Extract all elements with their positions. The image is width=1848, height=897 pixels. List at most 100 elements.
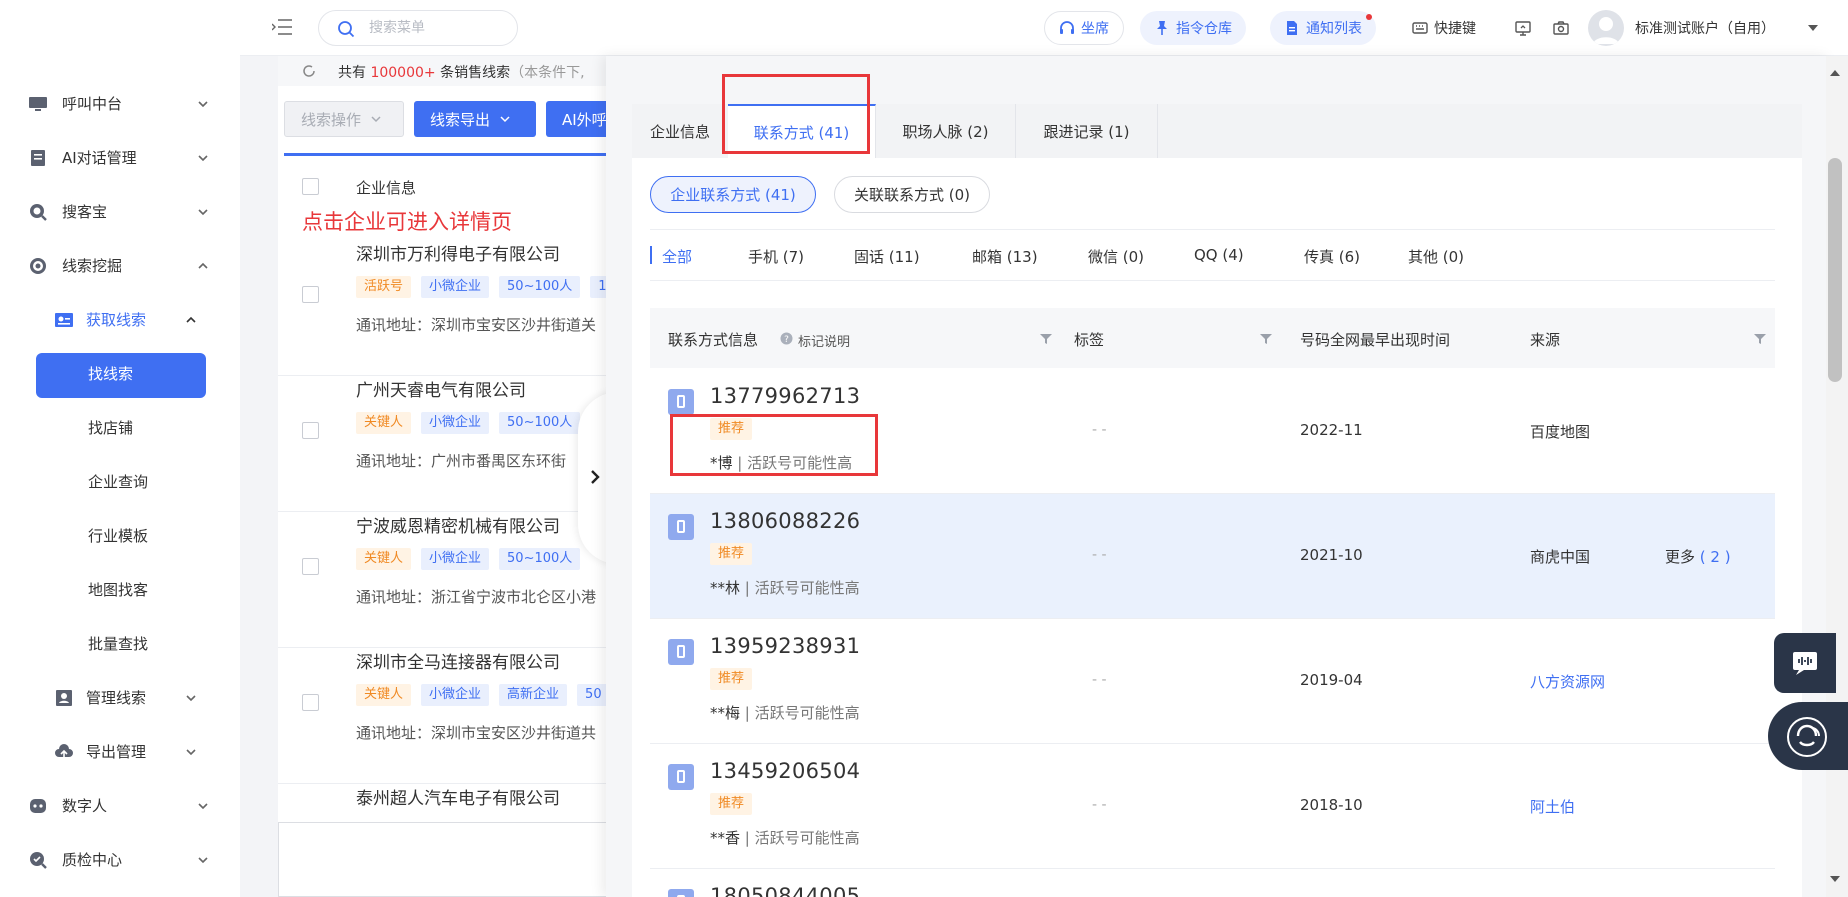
company-tags: 活跃号 小微企业 50~100人 1 — [356, 276, 625, 298]
company-row[interactable]: 广州天睿电气有限公司 关键人 小微企业 50~100人 通讯地址：广州市番禺区东… — [278, 376, 618, 512]
sidebar-item-ai-dialog[interactable]: AI对话管理 — [0, 131, 240, 185]
company-row[interactable]: 深圳市全马连接器有限公司 关键人 小微企业 高新企业 50 通讯地址：深圳市宝安… — [278, 648, 618, 784]
sidebar-item-soukebao[interactable]: 搜客宝 — [0, 185, 240, 239]
scroll-down-arrow-icon[interactable] — [1829, 874, 1841, 884]
table-row[interactable]: 13959238931 推荐 **梅 | 活跃号可能性高 - - 2019-04… — [650, 619, 1775, 744]
sidebar-sub-company-query[interactable]: 企业查询 — [0, 455, 240, 509]
filter-icon[interactable] — [1040, 333, 1052, 345]
notice-list-button[interactable]: 通知列表 — [1270, 11, 1376, 45]
first-seen-date: 2019-04 — [1300, 671, 1363, 689]
tab-company-info[interactable]: 企业信息 — [632, 104, 728, 158]
phone-number[interactable]: 18050844005 — [710, 884, 860, 897]
sidebar-item-get-leads[interactable]: 获取线索 — [0, 293, 240, 347]
source-link[interactable]: 阿土伯 — [1530, 796, 1575, 817]
filter-icon[interactable] — [1754, 333, 1766, 345]
filter-other[interactable]: 其他 (0) — [1408, 246, 1464, 267]
sidebar-sub-map-search[interactable]: 地图找客 — [0, 563, 240, 617]
menu-search-box[interactable] — [318, 10, 518, 46]
sidebar-sub-batch-search[interactable]: 批量查找 — [0, 617, 240, 671]
row-checkbox[interactable] — [302, 558, 319, 575]
sidebar-item-export-manage[interactable]: 导出管理 — [0, 725, 240, 779]
filter-wechat[interactable]: 微信 (0) — [1088, 246, 1144, 267]
sidebar-sub-industry-template[interactable]: 行业模板 — [0, 509, 240, 563]
sidebar-item-digital-human[interactable]: 数字人 — [0, 779, 240, 833]
caret-down-icon[interactable] — [1808, 24, 1818, 32]
robot-icon — [30, 799, 46, 813]
scrollbar-thumb[interactable] — [1828, 158, 1842, 382]
owner-name: **林 — [710, 579, 741, 597]
company-name[interactable]: 广州天睿电气有限公司 — [356, 376, 526, 401]
sidebar-sub-find-leads[interactable]: 找线索 — [0, 347, 240, 401]
floating-chat-button[interactable] — [1774, 633, 1836, 693]
sidebar-item-label: 搜客宝 — [62, 203, 108, 221]
scroll-up-arrow-icon[interactable] — [1829, 68, 1841, 78]
row-checkbox[interactable] — [302, 422, 319, 439]
lead-list-panel: 共有 100000+ 条销售线索（本条件下, 线索操作 线索导出 AI外呼 企业… — [278, 56, 618, 897]
segment-label: 关联联系方式 (0) — [853, 186, 971, 204]
company-name[interactable]: 深圳市万利得电子有限公司 — [356, 240, 560, 265]
refresh-icon[interactable] — [302, 64, 316, 78]
table-row[interactable]: 13459206504 推荐 **香 | 活跃号可能性高 - - 2018-10… — [650, 744, 1775, 869]
phone-number[interactable]: 13459206504 — [710, 759, 860, 783]
command-repo-button[interactable]: 指令仓库 — [1140, 11, 1246, 45]
company-name[interactable]: 深圳市全马连接器有限公司 — [356, 648, 560, 673]
sidebar-sub-find-shops[interactable]: 找店铺 — [0, 401, 240, 455]
label-value: - - — [1092, 797, 1107, 813]
result-suffix: 条销售线索 — [440, 65, 511, 81]
camera-icon[interactable] — [1552, 19, 1570, 37]
phone-number[interactable]: 13959238931 — [710, 634, 860, 658]
sidebar-item-manage-leads[interactable]: 管理线索 — [0, 671, 240, 725]
lead-ops-button[interactable]: 线索操作 — [284, 101, 404, 137]
company-name[interactable]: 宁波威恩精密机械有限公司 — [356, 512, 560, 537]
table-row[interactable]: 13806088226 推荐 **林 | 活跃号可能性高 - - 2021-10… — [650, 494, 1775, 619]
tag: 高新企业 — [499, 684, 568, 706]
owner-info: **梅 | 活跃号可能性高 — [710, 704, 860, 722]
segment-related-contact[interactable]: 关联联系方式 (0) — [834, 176, 990, 213]
shortcut-button[interactable]: 快捷键 — [1412, 18, 1476, 38]
menu-search-input[interactable] — [369, 18, 509, 38]
sidebar-item-lead-mining[interactable]: 线索挖掘 — [0, 239, 240, 293]
menu-toggle-icon[interactable] — [272, 18, 292, 36]
filter-landline[interactable]: 固话 (11) — [854, 246, 920, 267]
column-header-company: 企业信息 — [356, 179, 417, 197]
recommend-badge: 推荐 — [710, 793, 753, 815]
table-row[interactable]: 18050844005 — [650, 869, 1775, 897]
source-link[interactable]: 八方资源网 — [1530, 671, 1605, 692]
row-checkbox[interactable] — [302, 286, 319, 303]
first-seen-date: 2018-10 — [1300, 796, 1363, 814]
phone-number[interactable]: 13806088226 — [710, 509, 860, 533]
filter-mobile[interactable]: 手机 (7) — [748, 246, 804, 267]
select-all-checkbox[interactable] — [302, 178, 319, 195]
sidebar-sub-label: 找店铺 — [88, 419, 134, 437]
tab-follow-up[interactable]: 跟进记录 (1) — [1016, 104, 1158, 158]
screen-share-icon[interactable] — [1514, 19, 1532, 37]
avatar[interactable] — [1588, 10, 1624, 46]
keyboard-icon — [1412, 22, 1428, 34]
sidebar-item-quality-center[interactable]: 质检中心 — [0, 833, 240, 887]
filter-icon[interactable] — [1260, 333, 1272, 345]
account-name[interactable]: 标准测试账户（自用） — [1635, 18, 1775, 38]
seat-button[interactable]: 坐席 — [1044, 11, 1124, 45]
company-tags: 关键人 小微企业 50~100人 — [356, 412, 590, 434]
floating-service-button[interactable] — [1768, 702, 1848, 770]
sidebar-item-call-center[interactable]: 呼叫中台 — [0, 77, 240, 131]
filter-fax[interactable]: 传真 (6) — [1304, 246, 1360, 267]
company-name[interactable]: 泰州超人汽车电子有限公司 — [356, 784, 560, 809]
segment-company-contact[interactable]: 企业联系方式 (41) — [650, 176, 816, 213]
company-address: 通讯地址：深圳市宝安区沙井街道共 — [356, 724, 597, 742]
more-sources-link[interactable]: 更多 ( 2 ) — [1665, 546, 1731, 567]
tab-workplace-network[interactable]: 职场人脉 (2) — [876, 104, 1016, 158]
company-row[interactable]: 宁波威恩精密机械有限公司 关键人 小微企业 50~100人 通讯地址：浙江省宁波… — [278, 512, 618, 648]
phone-number[interactable]: 13779962713 — [710, 384, 860, 408]
filter-email[interactable]: 邮箱 (13) — [972, 246, 1038, 267]
filter-all[interactable]: 全部 — [662, 246, 692, 267]
tab-label: 企业信息 — [649, 122, 710, 141]
tag: 关键人 — [356, 684, 412, 706]
label-value: - - — [1092, 672, 1107, 688]
filter-qq[interactable]: QQ (4) — [1194, 246, 1244, 264]
mobile-phone-icon — [668, 889, 694, 897]
help-icon[interactable]: ? — [780, 332, 793, 345]
row-checkbox[interactable] — [302, 694, 319, 711]
company-row[interactable]: 深圳市万利得电子有限公司 活跃号 小微企业 50~100人 1 通讯地址：深圳市… — [278, 240, 618, 376]
lead-export-button[interactable]: 线索导出 — [414, 101, 536, 137]
